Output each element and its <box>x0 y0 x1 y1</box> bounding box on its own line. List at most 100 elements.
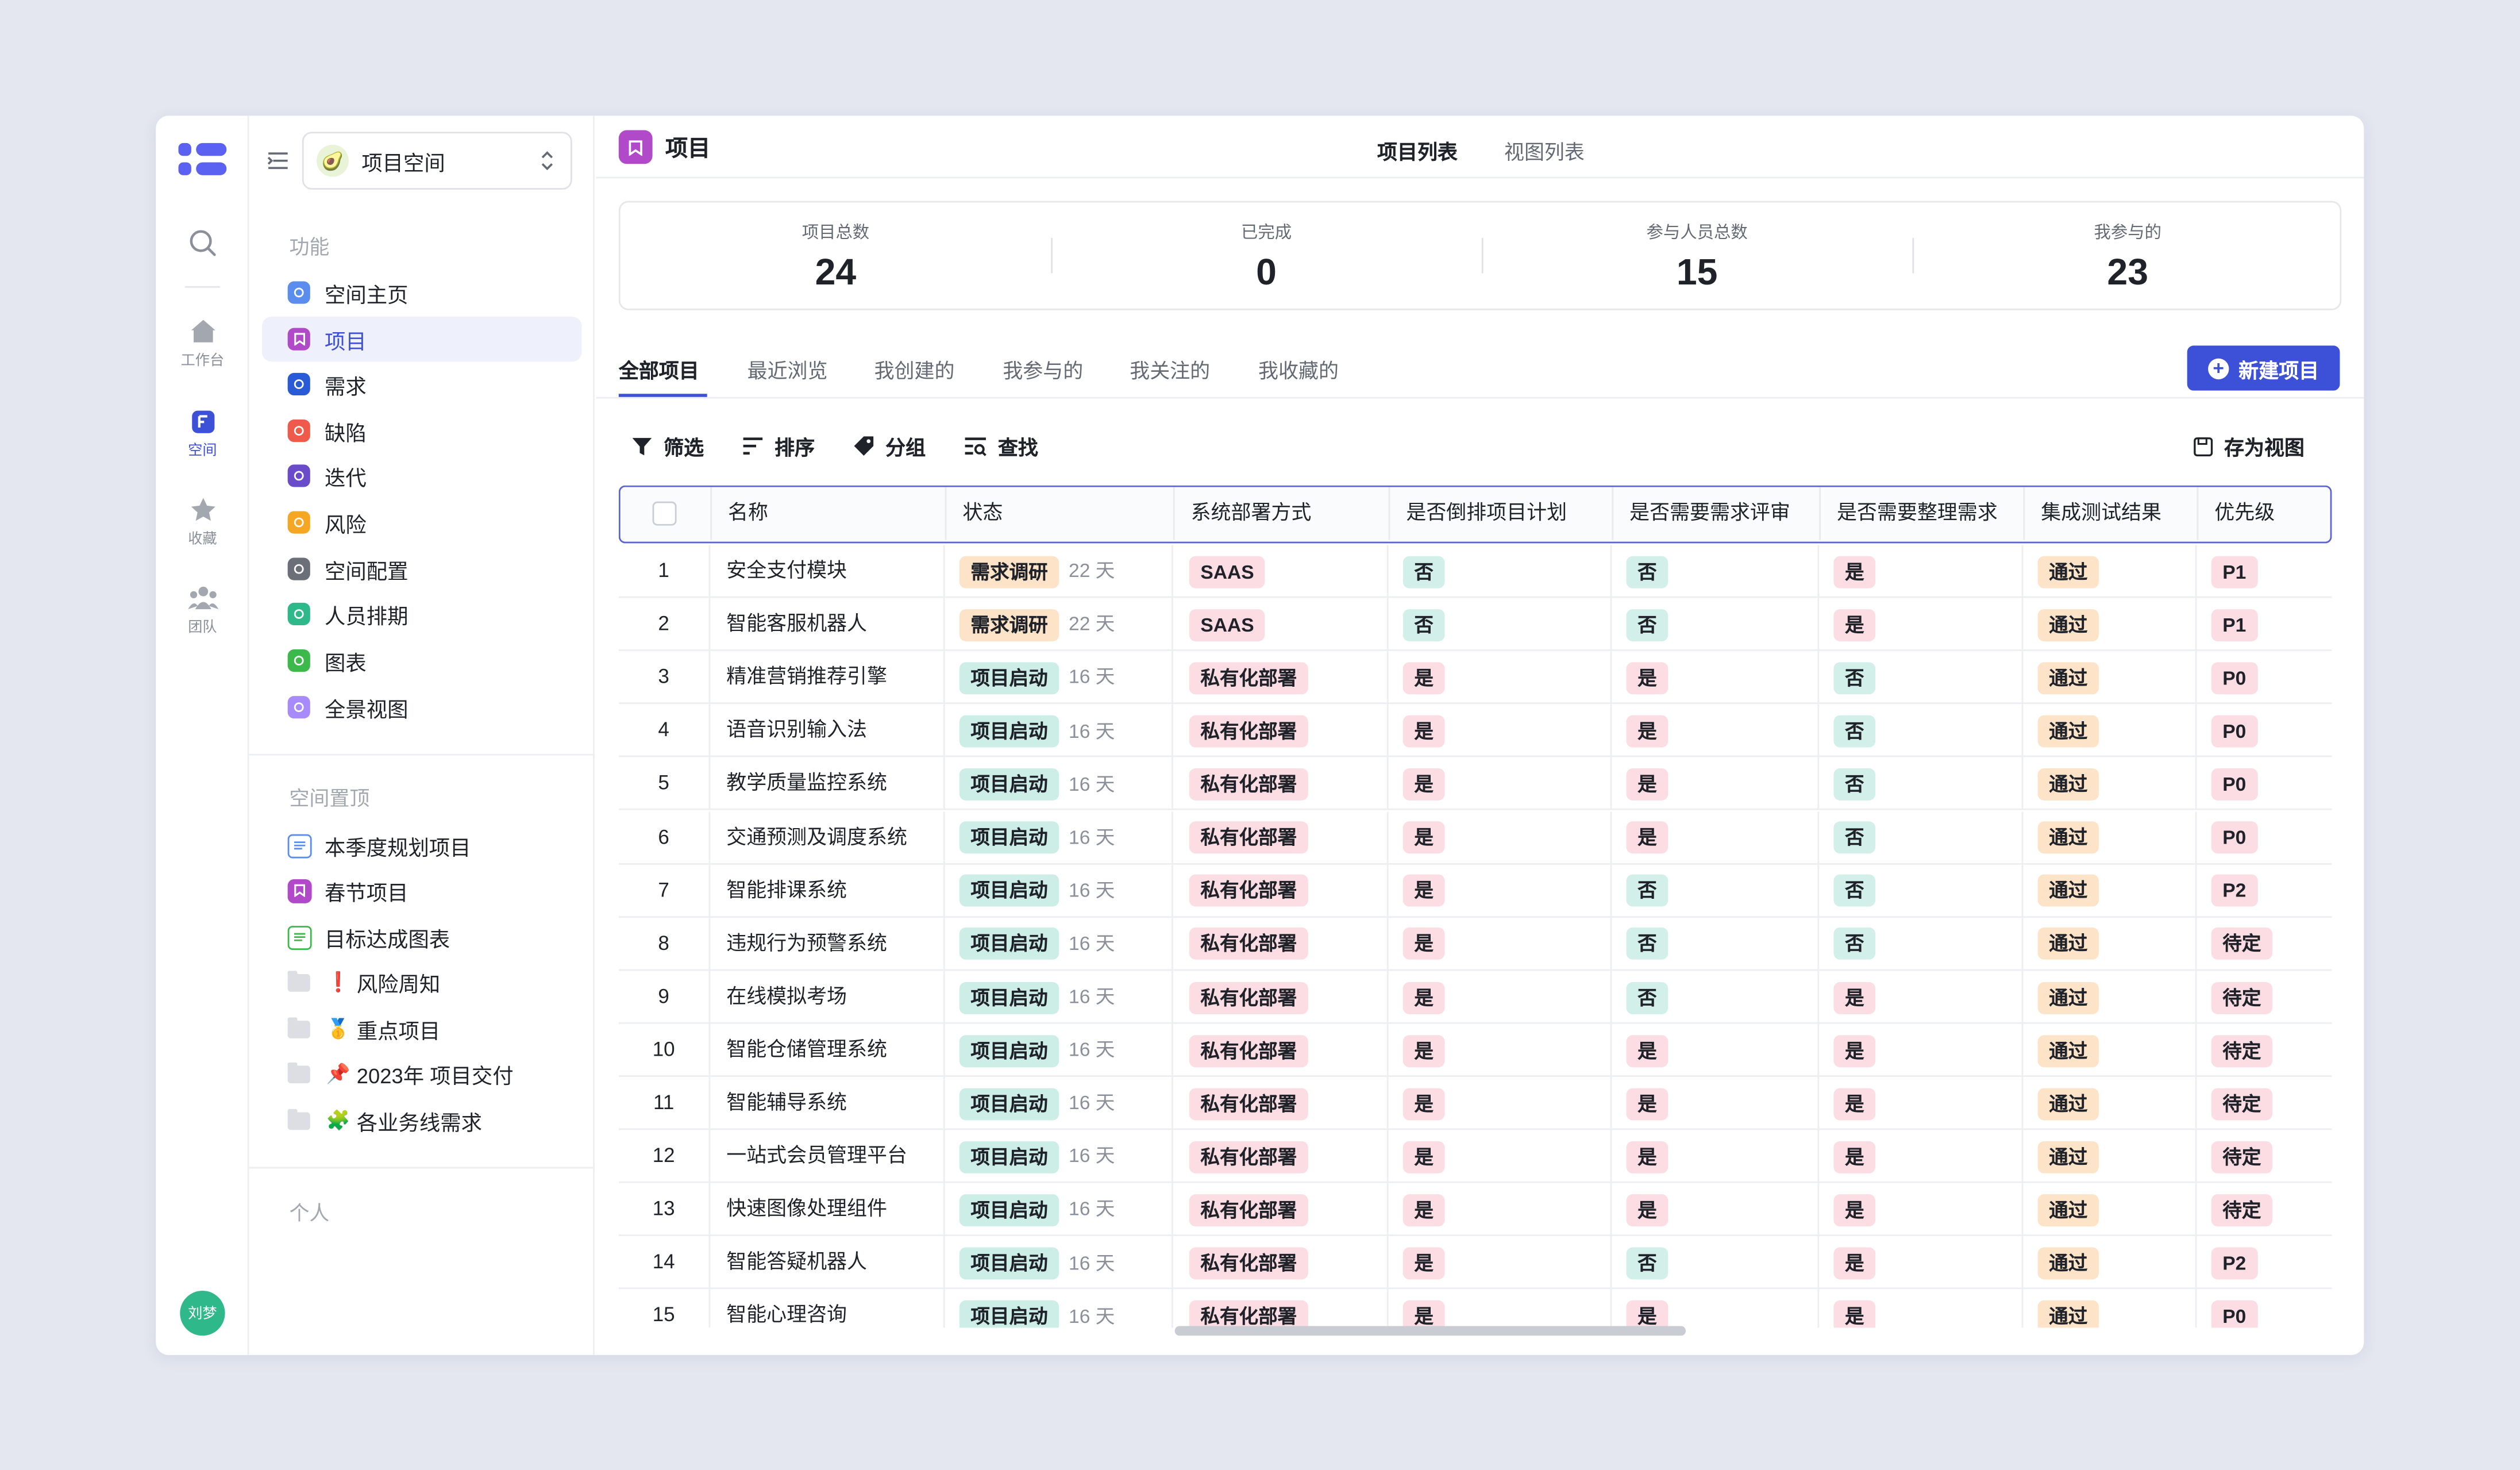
cell-deploy[interactable]: 私有化部署 <box>1173 1290 1389 1328</box>
cell-reverse-plan[interactable]: 是 <box>1389 704 1612 758</box>
cell-name[interactable]: 在线模拟考场 <box>710 970 945 1024</box>
cell-organize[interactable]: 是 <box>1819 545 2024 598</box>
collapse-sidebar-icon[interactable] <box>267 151 289 171</box>
cell-organize[interactable]: 是 <box>1819 1183 2024 1237</box>
cell-test-result[interactable]: 通过 <box>2023 1183 2197 1237</box>
table-row[interactable]: 3 精准营销推荐引擎 项目启动 16 天 私有化部署 是 是 否 通过 P0 <box>618 651 2332 705</box>
cell-review[interactable]: 否 <box>1612 1236 1820 1290</box>
cell-name[interactable]: 智能排课系统 <box>710 864 945 917</box>
cell-organize[interactable]: 是 <box>1819 1023 2024 1077</box>
cell-status[interactable]: 需求调研 22 天 <box>945 598 1173 652</box>
cell-review[interactable]: 是 <box>1612 811 1820 864</box>
cell-organize[interactable]: 否 <box>1819 704 2024 758</box>
table-row[interactable]: 10 智能仓储管理系统 项目启动 16 天 私有化部署 是 是 是 通过 待定 <box>618 1023 2332 1077</box>
cell-status[interactable]: 项目启动 16 天 <box>945 1290 1173 1328</box>
select-all-checkbox[interactable] <box>652 501 677 526</box>
cell-review[interactable]: 是 <box>1612 757 1820 811</box>
cell-test-result[interactable]: 通过 <box>2023 1236 2197 1290</box>
cell-reverse-plan[interactable]: 是 <box>1389 864 1612 917</box>
sidebar-item-defects[interactable]: 缺陷 <box>262 408 582 453</box>
cell-number[interactable]: 15 <box>619 1290 711 1328</box>
cell-number[interactable]: 14 <box>619 1236 711 1290</box>
column-header-deploy[interactable]: 系统部署方式 <box>1175 487 1390 540</box>
cell-priority[interactable]: P0 <box>2197 705 2332 757</box>
cell-review[interactable]: 是 <box>1612 1023 1820 1077</box>
column-header-name[interactable]: 名称 <box>712 487 947 540</box>
cell-name[interactable]: 智能辅导系统 <box>710 1076 945 1130</box>
cell-test-result[interactable]: 通过 <box>2023 545 2197 598</box>
sidebar-item-iterations[interactable]: 迭代 <box>262 453 582 498</box>
table-row[interactable]: 2 智能客服机器人 需求调研 22 天 SAAS 否 否 是 通过 P1 <box>618 598 2332 652</box>
cell-number[interactable]: 1 <box>619 545 711 598</box>
cell-deploy[interactable]: 私有化部署 <box>1173 1130 1389 1183</box>
sidebar-item-charts[interactable]: 图表 <box>262 638 582 683</box>
cell-priority[interactable]: P0 <box>2197 1290 2332 1328</box>
cell-number[interactable]: 2 <box>619 598 711 652</box>
rail-item-favorites[interactable]: 收藏 <box>156 497 249 548</box>
cell-priority[interactable]: 待定 <box>2197 1077 2332 1130</box>
column-header-test-result[interactable]: 集成测试结果 <box>2025 487 2199 540</box>
tab-created-by-me[interactable]: 我创建的 <box>874 353 955 384</box>
table-row[interactable]: 13 快速图像处理组件 项目启动 16 天 私有化部署 是 是 是 通过 待定 <box>618 1183 2332 1237</box>
cell-number[interactable]: 12 <box>619 1130 711 1183</box>
cell-deploy[interactable]: SAAS <box>1173 598 1389 652</box>
cell-name[interactable]: 快速图像处理组件 <box>710 1183 945 1237</box>
cell-deploy[interactable]: 私有化部署 <box>1173 1236 1389 1290</box>
tab-project-list[interactable]: 项目列表 <box>1377 135 1458 166</box>
cell-name[interactable]: 教学质量监控系统 <box>710 757 945 811</box>
cell-reverse-plan[interactable]: 是 <box>1389 1130 1612 1183</box>
cell-status[interactable]: 项目启动 16 天 <box>945 1023 1173 1077</box>
cell-reverse-plan[interactable]: 否 <box>1389 545 1612 598</box>
table-row[interactable]: 9 在线模拟考场 项目启动 16 天 私有化部署 是 否 是 通过 待定 <box>618 970 2332 1024</box>
cell-number[interactable]: 6 <box>619 811 711 864</box>
cell-number[interactable]: 5 <box>619 757 711 811</box>
cell-name[interactable]: 安全支付模块 <box>710 545 945 598</box>
cell-review[interactable]: 是 <box>1612 1130 1820 1183</box>
cell-status[interactable]: 项目启动 16 天 <box>945 1130 1173 1183</box>
cell-deploy[interactable]: 私有化部署 <box>1173 1076 1389 1130</box>
cell-review[interactable]: 否 <box>1612 864 1820 917</box>
cell-organize[interactable]: 否 <box>1819 811 2024 864</box>
cell-organize[interactable]: 是 <box>1819 598 2024 652</box>
cell-deploy[interactable]: SAAS <box>1173 545 1389 598</box>
column-header-priority[interactable]: 优先级 <box>2198 487 2332 540</box>
cell-review[interactable]: 否 <box>1612 970 1820 1024</box>
column-header-status[interactable]: 状态 <box>946 487 1175 540</box>
cell-test-result[interactable]: 通过 <box>2023 1076 2197 1130</box>
cell-name[interactable]: 智能心理咨询 <box>710 1290 945 1328</box>
rail-item-workbench[interactable]: 工作台 <box>156 318 249 370</box>
cell-reverse-plan[interactable]: 是 <box>1389 1290 1612 1328</box>
cell-organize[interactable]: 否 <box>1819 651 2024 705</box>
cell-test-result[interactable]: 通过 <box>2023 757 2197 811</box>
cell-number[interactable]: 8 <box>619 917 711 971</box>
cell-priority[interactable]: P0 <box>2197 651 2332 704</box>
cell-organize[interactable]: 否 <box>1819 917 2024 971</box>
cell-test-result[interactable]: 通过 <box>2023 970 2197 1024</box>
cell-status[interactable]: 项目启动 16 天 <box>945 1236 1173 1290</box>
cell-priority[interactable]: P0 <box>2197 811 2332 864</box>
cell-organize[interactable]: 否 <box>1819 864 2024 917</box>
cell-test-result[interactable]: 通过 <box>2023 651 2197 705</box>
cell-number[interactable]: 7 <box>619 864 711 917</box>
cell-name[interactable]: 交通预测及调度系统 <box>710 811 945 864</box>
table-row[interactable]: 14 智能答疑机器人 项目启动 16 天 私有化部署 是 否 是 通过 P2 <box>618 1236 2332 1290</box>
cell-reverse-plan[interactable]: 是 <box>1389 1183 1612 1237</box>
cell-status[interactable]: 项目启动 16 天 <box>945 651 1173 705</box>
cell-review[interactable]: 否 <box>1612 545 1820 598</box>
cell-name[interactable]: 精准营销推荐引擎 <box>710 651 945 705</box>
cell-test-result[interactable]: 通过 <box>2023 917 2197 971</box>
cell-status[interactable]: 项目启动 16 天 <box>945 864 1173 917</box>
cell-organize[interactable]: 否 <box>1819 757 2024 811</box>
group-button[interactable]: 分组 <box>853 431 926 461</box>
sidebar-item-requirements[interactable]: 需求 <box>262 361 582 406</box>
cell-review[interactable]: 否 <box>1612 917 1820 971</box>
cell-priority[interactable]: P1 <box>2197 545 2332 598</box>
cell-organize[interactable]: 是 <box>1819 1290 2024 1328</box>
sidebar-pinned-quarter-plan[interactable]: 本季度规划项目 <box>262 823 582 868</box>
cell-status[interactable]: 项目启动 16 天 <box>945 704 1173 758</box>
cell-reverse-plan[interactable]: 是 <box>1389 970 1612 1024</box>
sidebar-item-projects[interactable]: 项目 <box>261 317 582 362</box>
sidebar-item-space-home[interactable]: 空间主页 <box>262 270 582 315</box>
cell-priority[interactable]: P2 <box>2197 1237 2332 1290</box>
sidebar-item-risks[interactable]: 风险 <box>262 500 582 545</box>
